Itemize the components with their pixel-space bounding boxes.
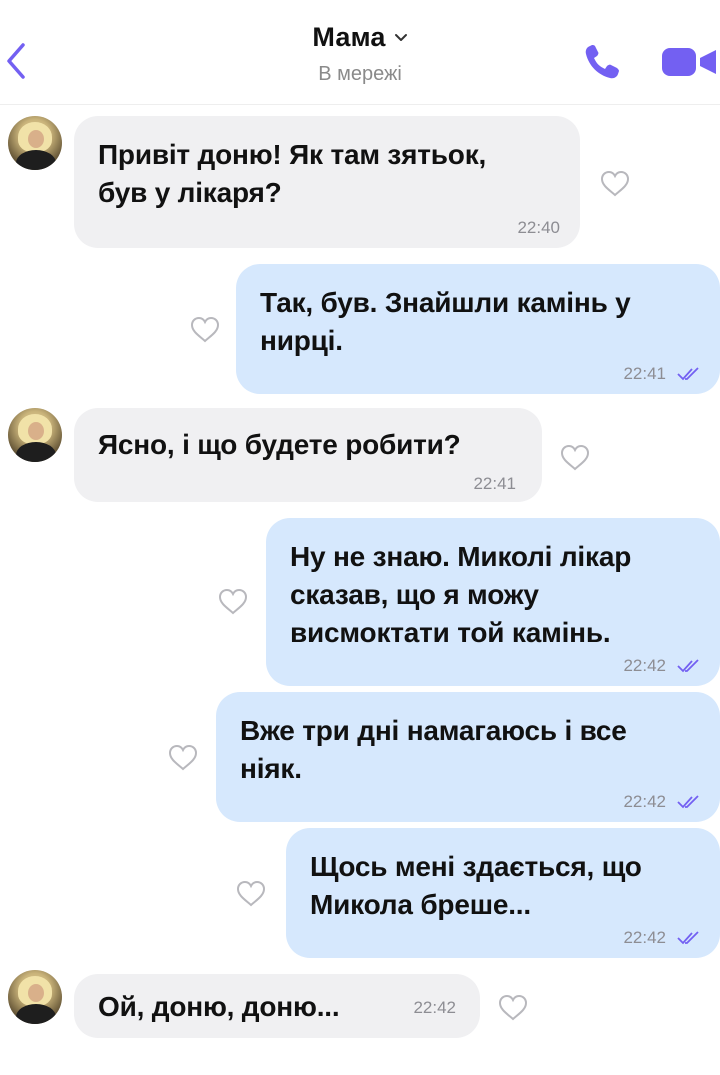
double-check-icon [677,795,699,809]
message-time: 22:42 [623,792,666,811]
message-bubble-outgoing[interactable]: Вже три дні намагаюсь і все ніяк. 22:42 [216,692,720,822]
message-time: 22:42 [413,998,456,1017]
heart-like-icon[interactable] [216,586,250,616]
chevron-down-icon [394,33,407,41]
chat-title-area: Мама В мережі [260,22,460,86]
message-text: Привіт доню! Як там зятьок, був у лікаря… [98,139,487,208]
heart-like-icon[interactable] [598,168,632,198]
message-text: Щось мені здається, що Микола бреше... [310,851,642,920]
chevron-left-icon [7,43,25,79]
back-button[interactable] [0,36,32,86]
message-text: Так, був. Знайшли камінь у нирці. [260,287,631,356]
message-bubble-incoming[interactable]: Привіт доню! Як там зятьок, був у лікаря… [74,116,580,248]
heart-like-icon[interactable] [234,878,268,908]
heart-like-icon[interactable] [496,992,530,1022]
double-check-icon [677,659,699,673]
contact-name: Мама [312,22,386,52]
contact-name-dropdown[interactable]: Мама [312,22,407,53]
message-text: Ясно, і що будете робити? [98,429,461,460]
message-bubble-outgoing[interactable]: Так, був. Знайшли камінь у нирці. 22:41 [236,264,720,394]
message-time: 22:40 [517,218,560,237]
message-bubble-incoming[interactable]: Ой, доню, доню... 22:42 [74,974,480,1038]
message-time: 22:42 [623,656,666,675]
online-status: В мережі [318,63,402,85]
heart-like-icon[interactable] [558,442,592,472]
message-text: Ну не знаю. Миколі лікар сказав, що я мо… [290,541,632,648]
contact-avatar[interactable] [8,408,62,462]
message-bubble-outgoing[interactable]: Ну не знаю. Миколі лікар сказав, що я мо… [266,518,720,686]
double-check-icon [677,367,699,381]
heart-like-icon[interactable] [166,742,200,772]
contact-avatar[interactable] [8,116,62,170]
message-text: Ой, доню, доню... [98,991,340,1022]
message-bubble-outgoing[interactable]: Щось мені здається, що Микола бреше... 2… [286,828,720,958]
contact-avatar[interactable] [8,970,62,1024]
heart-like-icon[interactable] [188,314,222,344]
double-check-icon [677,931,699,945]
message-time: 22:41 [623,364,666,383]
message-time: 22:42 [623,928,666,947]
phone-icon [585,45,619,79]
video-camera-icon [662,48,716,76]
message-bubble-incoming[interactable]: Ясно, і що будете робити? 22:41 [74,408,542,502]
video-call-button[interactable] [658,42,720,82]
message-time: 22:41 [473,474,516,493]
message-text: Вже три дні намагаюсь і все ніяк. [240,715,627,784]
chat-header: Мама В мережі [0,0,720,105]
voice-call-button[interactable] [580,40,624,84]
